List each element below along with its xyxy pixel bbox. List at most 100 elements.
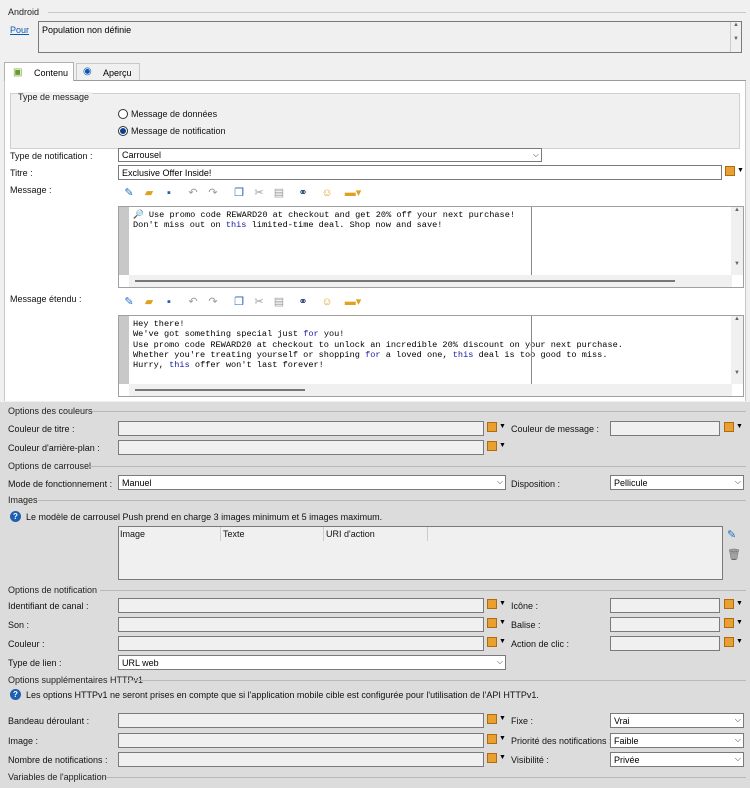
title-color-expr[interactable]: ▼	[487, 422, 507, 436]
layout-select[interactable]: Pellicule ⌵	[610, 475, 744, 490]
delete-icon[interactable]: 🗑	[727, 548, 741, 561]
copy-icon[interactable]: ❐	[232, 295, 246, 309]
images-header: Images	[8, 495, 38, 505]
population-field[interactable]: Population non définie ▲ ▼	[38, 21, 742, 53]
background-color-expr[interactable]: ▼	[487, 441, 507, 455]
image-input[interactable]	[118, 733, 484, 748]
caret-down-icon: ▼	[499, 754, 506, 761]
priority-select[interactable]: Faible ⌵	[610, 733, 744, 748]
ext-line-2: We've got something special just for you…	[133, 329, 345, 340]
notification-type-value: Carrousel	[122, 150, 162, 160]
caret-down-icon: ▼	[499, 600, 506, 607]
message-vscroll[interactable]: ▲ ▼	[731, 207, 743, 275]
cut-icon[interactable]: ✂	[252, 186, 266, 200]
link-type-label: Type de lien :	[8, 658, 62, 668]
images-table[interactable]: Image Texte URI d'action	[118, 526, 723, 580]
tab-content-label: Contenu	[34, 68, 69, 78]
visibility-label: Visibilité :	[511, 755, 549, 765]
find-icon[interactable]: ⚭	[296, 186, 310, 200]
add-image-icon[interactable]: ✎	[727, 528, 736, 541]
notification-type-select[interactable]: Carrousel ⌵	[118, 148, 542, 162]
channel-input[interactable]	[118, 598, 484, 613]
column-header-image[interactable]: Image	[120, 529, 145, 539]
count-expr[interactable]: ▼	[487, 753, 507, 767]
folder-icon[interactable]: ▰	[142, 295, 156, 309]
copy-icon[interactable]: ❐	[232, 186, 246, 200]
color-expr[interactable]: ▼	[487, 637, 507, 651]
radio-notification-message[interactable]	[118, 126, 128, 136]
sound-input[interactable]	[118, 617, 484, 632]
population-scrollbar[interactable]: ▲ ▼	[730, 22, 741, 52]
title-color-input[interactable]	[118, 421, 484, 436]
expression-icon	[487, 637, 497, 647]
emoji-icon[interactable]: ☺	[320, 295, 334, 309]
sound-expr[interactable]: ▼	[487, 618, 507, 632]
redo-icon[interactable]: ↷	[206, 186, 220, 200]
insert-icon[interactable]: ✎	[122, 295, 136, 309]
icon-expr[interactable]: ▼	[724, 599, 744, 613]
color-input[interactable]	[118, 636, 484, 651]
emoji-icon[interactable]: ☺	[320, 186, 334, 200]
message-color-expr[interactable]: ▼	[724, 422, 744, 436]
redo-icon[interactable]: ↷	[206, 295, 220, 309]
httpv1-info-text: Les options HTTPv1 ne seront prises en c…	[26, 690, 539, 700]
radio-data-message[interactable]	[118, 109, 128, 119]
paste-icon[interactable]: ▤	[272, 186, 286, 200]
save-icon[interactable]: ▪	[162, 295, 176, 309]
mode-select[interactable]: Manuel ⌵	[118, 475, 506, 490]
message-hscroll[interactable]	[129, 275, 732, 287]
expression-icon	[724, 637, 734, 647]
title-expression-button[interactable]: ▼	[725, 166, 745, 180]
icon-input[interactable]	[610, 598, 720, 613]
image-expr[interactable]: ▼	[487, 734, 507, 748]
link-type-select[interactable]: URL web ⌵	[118, 655, 506, 670]
count-input[interactable]	[118, 752, 484, 767]
tag-expr[interactable]: ▼	[724, 618, 744, 632]
column-header-text[interactable]: Texte	[223, 529, 245, 539]
carousel-header: Options de carrousel	[8, 461, 92, 471]
message-color-input[interactable]	[610, 421, 720, 436]
app-variables-header: Variables de l'application	[8, 772, 107, 782]
extended-vscroll[interactable]: ▲ ▼	[731, 316, 743, 384]
pour-link[interactable]: Pour	[10, 25, 29, 35]
title-input[interactable]: Exclusive Offer Inside!	[118, 165, 722, 180]
title-color-label: Couleur de titre :	[8, 424, 75, 434]
background-color-input[interactable]	[118, 440, 484, 455]
image-label: Image :	[8, 736, 39, 746]
chevron-down-icon: ⌵	[734, 754, 741, 763]
extended-editor[interactable]: Hey there! We've got something special j…	[118, 315, 744, 397]
editor-gutter	[119, 316, 129, 384]
color-label: Couleur :	[8, 639, 45, 649]
channel-expr[interactable]: ▼	[487, 599, 507, 613]
paste-icon[interactable]: ▤	[272, 295, 286, 309]
visibility-select[interactable]: Privée ⌵	[610, 752, 744, 767]
ticker-input[interactable]	[118, 713, 484, 728]
extended-hscroll[interactable]	[129, 384, 732, 396]
count-label: Nombre de notifications :	[8, 755, 108, 765]
message-editor[interactable]: 🔎 Use promo code REWARD20 at checkout an…	[118, 206, 744, 288]
colors-header: Options des couleurs	[8, 406, 93, 416]
ticker-label: Bandeau déroulant :	[8, 716, 90, 726]
find-icon[interactable]: ⚭	[296, 295, 310, 309]
tab-preview[interactable]: ◉ Aperçu	[76, 63, 140, 80]
personalization-icon[interactable]: ▬▾	[342, 295, 364, 309]
ticker-expr[interactable]: ▼	[487, 714, 507, 728]
tab-content[interactable]: ▣ Contenu	[4, 62, 74, 81]
save-icon[interactable]: ▪	[162, 186, 176, 200]
insert-icon[interactable]: ✎	[122, 186, 136, 200]
click-action-expr[interactable]: ▼	[724, 637, 744, 651]
sticky-select[interactable]: Vrai ⌵	[610, 713, 744, 728]
background-color-label: Couleur d'arrière-plan :	[8, 443, 100, 453]
column-header-action-uri[interactable]: URI d'action	[326, 529, 375, 539]
extended-message-label: Message étendu :	[10, 294, 82, 304]
folder-icon[interactable]: ▰	[142, 186, 156, 200]
chevron-down-icon: ⌵	[734, 477, 741, 486]
caret-down-icon: ▼	[499, 638, 506, 645]
undo-icon[interactable]: ↶	[186, 295, 200, 309]
undo-icon[interactable]: ↶	[186, 186, 200, 200]
tag-input[interactable]	[610, 617, 720, 632]
personalization-icon[interactable]: ▬▾	[342, 186, 364, 200]
expression-icon	[725, 166, 735, 176]
click-action-input[interactable]	[610, 636, 720, 651]
cut-icon[interactable]: ✂	[252, 295, 266, 309]
